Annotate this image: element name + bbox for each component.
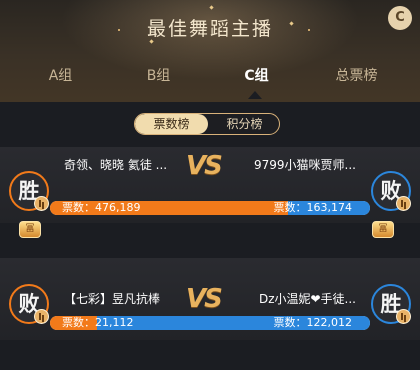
vote-bar: 票数：476,189 票数：163,174: [50, 201, 370, 215]
rank-icon: [396, 309, 411, 324]
active-tab-indicator: [248, 91, 262, 99]
right-streamer-name[interactable]: Dz小温妮❤手徒...: [259, 290, 356, 307]
close-button[interactable]: C: [388, 6, 412, 30]
group-tabs: A组 B组 C组 总票榜: [0, 62, 420, 92]
header: 最佳舞蹈主播 C A组 B组 C组 总票榜: [0, 0, 420, 102]
tab-b[interactable]: B组: [106, 62, 211, 90]
left-avatar[interactable]: 胜: [9, 171, 49, 211]
left-avatar[interactable]: 败: [9, 284, 49, 324]
right-avatar[interactable]: 胜: [371, 284, 411, 324]
vs-icon: VS: [186, 151, 223, 181]
fortune-badge-icon: 冨: [372, 221, 394, 238]
right-streamer-name[interactable]: 9799小猫咪贾师...: [254, 156, 356, 173]
match-card[interactable]: 【七彩】昱凡抗棒 VS Dz小温妮❤手徒... 票数：21,112 票数：122…: [0, 258, 420, 340]
right-avatar[interactable]: 败: [371, 171, 411, 211]
vote-bar: 票数：21,112 票数：122,012: [50, 316, 370, 330]
match-card[interactable]: 奇领、晓晓 氦徒 ... VS 9799小猫咪贾师... 票数：476,189 …: [0, 147, 420, 238]
fortune-badge-icon: 冨: [19, 221, 41, 238]
tab-c[interactable]: C组: [204, 62, 309, 90]
ranking-toggle: 票数榜 积分榜: [134, 113, 280, 135]
vs-icon: VS: [186, 284, 223, 314]
left-votes: 票数：21,112: [62, 316, 134, 329]
toggle-points[interactable]: 积分榜: [208, 114, 279, 134]
rank-icon: [34, 309, 49, 324]
tab-a[interactable]: A组: [8, 62, 113, 90]
title-ornament-right: [296, 29, 310, 31]
left-streamer-name[interactable]: 奇领、晓晓 氦徒 ...: [64, 156, 167, 173]
tab-total[interactable]: 总票榜: [304, 62, 409, 90]
rank-icon: [396, 196, 411, 211]
left-votes: 票数：476,189: [62, 201, 141, 214]
left-streamer-name[interactable]: 【七彩】昱凡抗棒: [64, 290, 160, 307]
right-votes: 票数：163,174: [273, 201, 353, 214]
page-title: 最佳舞蹈主播: [146, 18, 273, 40]
toggle-votes[interactable]: 票数榜: [135, 114, 208, 134]
right-votes: 票数：122,012: [273, 316, 353, 329]
rank-icon: [34, 196, 49, 211]
